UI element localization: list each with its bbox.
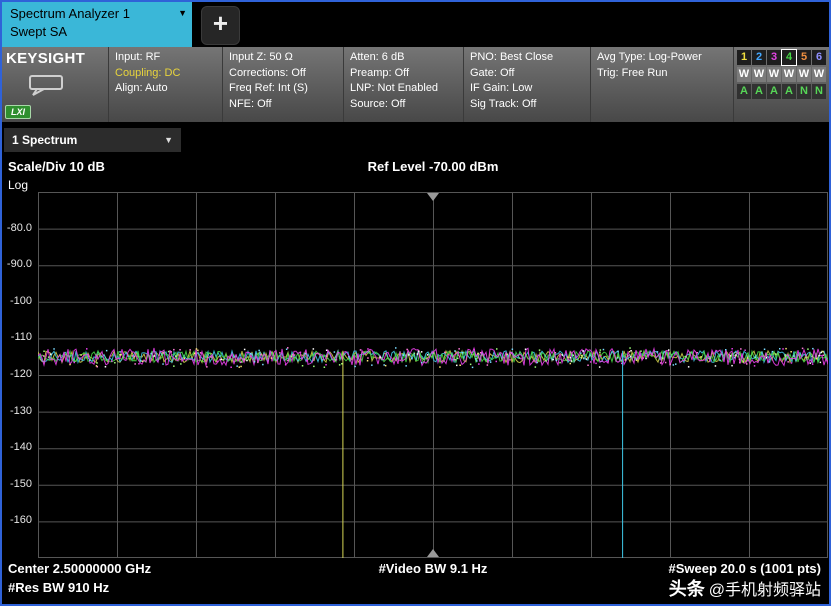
y-axis-label: -120 — [10, 368, 32, 380]
y-axis-label: -100 — [10, 295, 32, 307]
trace-numbers-row: 123456 — [737, 50, 826, 65]
trace-cell[interactable]: A — [767, 84, 781, 99]
watermark-user: @手机射频驿站 — [709, 582, 821, 599]
trace-cell[interactable]: A — [782, 84, 796, 99]
header-info-line: Gate: Off — [470, 66, 584, 82]
header-info-line: Align: Auto — [115, 81, 216, 97]
header-info-line: IF Gain: Low — [470, 81, 584, 97]
spectrum-plot[interactable] — [38, 192, 828, 558]
header-info-line: Trig: Free Run — [597, 66, 727, 82]
header-info-line: Preamp: Off — [350, 66, 457, 82]
lxi-badge: LXI — [5, 105, 31, 119]
trace-cell[interactable]: W — [797, 67, 811, 82]
header-info-column[interactable]: Avg Type: Log-PowerTrig: Free Run — [590, 47, 733, 122]
y-axis-labels: -80.0 -90.0 -100 -110 -120 -130 -140 -150 -160 — [2, 192, 35, 558]
header-info-column[interactable]: Atten: 6 dBPreamp: OffLNP: Not EnabledSo… — [343, 47, 463, 122]
tab-bar: Spectrum Analyzer 1 Swept SA ▼ + — [2, 2, 829, 47]
graticule-area[interactable] — [38, 192, 828, 558]
trace-types-row: WWWWWW — [737, 67, 826, 82]
header-info-column[interactable]: Input Z: 50 ΩCorrections: OffFreq Ref: I… — [222, 47, 343, 122]
trace-cell[interactable]: A — [737, 84, 751, 99]
add-tab-button[interactable]: + — [201, 6, 240, 45]
res-bw-annotation[interactable]: #Res BW 910 Hz — [8, 580, 109, 595]
header-info-line: Input Z: 50 Ω — [229, 50, 337, 66]
watermark-brand: 头条 — [669, 579, 705, 599]
brand-column: KEYSIGHT LXI — [2, 47, 108, 122]
header-info-line: Avg Type: Log-Power — [597, 50, 727, 66]
header-info-line: Sig Track: Off — [470, 97, 584, 113]
trace-cell[interactable]: W — [737, 67, 751, 82]
trace-cell[interactable]: W — [752, 67, 766, 82]
tab-spectrum-analyzer-1[interactable]: Spectrum Analyzer 1 Swept SA ▼ — [2, 2, 192, 47]
y-axis-label: -130 — [10, 405, 32, 417]
header-info-line: PNO: Best Close — [470, 50, 584, 66]
chevron-down-icon: ▼ — [164, 128, 173, 152]
trace-cell[interactable]: W — [812, 67, 826, 82]
tab-title: Spectrum Analyzer 1 — [10, 5, 174, 23]
y-axis-label: -160 — [10, 514, 32, 526]
header-info-line: NFE: Off — [229, 97, 337, 113]
header-info-line: Coupling: DC — [115, 66, 216, 82]
trace-cell[interactable]: N — [797, 84, 811, 99]
trace-cell[interactable]: A — [752, 84, 766, 99]
tab-subtitle: Swept SA — [10, 23, 174, 41]
y-axis-label: -80.0 — [7, 222, 32, 234]
measurement-header: KEYSIGHT LXI Input: RFCoupling: DCAlign:… — [2, 47, 829, 122]
header-info-line: Corrections: Off — [229, 66, 337, 82]
trace-cell[interactable]: 3 — [767, 50, 781, 65]
spectrum-view-selector[interactable]: 1 Spectrum ▼ — [4, 128, 181, 152]
header-info-line: Freq Ref: Int (S) — [229, 81, 337, 97]
y-axis-label: -150 — [10, 478, 32, 490]
trace-cell[interactable]: W — [767, 67, 781, 82]
header-info-line: Atten: 6 dB — [350, 50, 457, 66]
sweep-time-annotation[interactable]: #Sweep 20.0 s (1001 pts) — [669, 561, 821, 576]
spectrum-analyzer-window: Spectrum Analyzer 1 Swept SA ▼ + KEYSIGH… — [0, 0, 831, 606]
header-info-line: LNP: Not Enabled — [350, 81, 457, 97]
header-info-columns: Input: RFCoupling: DCAlign: AutoInput Z:… — [108, 47, 733, 122]
header-info-column[interactable]: Input: RFCoupling: DCAlign: Auto — [108, 47, 222, 122]
trace-cell[interactable]: 1 — [737, 50, 751, 65]
trace-cell[interactable]: W — [782, 67, 796, 82]
watermark: 头条@手机射频驿站 — [669, 575, 821, 601]
spectrum-view-label: 1 Spectrum — [12, 133, 77, 147]
trace-cell[interactable]: 2 — [752, 50, 766, 65]
header-info-column[interactable]: PNO: Best CloseGate: OffIF Gain: LowSig … — [463, 47, 590, 122]
trace-panel: 123456WWWWWWAAAANN — [733, 47, 829, 122]
y-axis-label: -140 — [10, 441, 32, 453]
header-info-line: Source: Off — [350, 97, 457, 113]
trace-cell[interactable]: 5 — [797, 50, 811, 65]
message-bubble-icon[interactable] — [28, 74, 72, 103]
keysight-logo: KEYSIGHT — [2, 47, 108, 67]
center-frequency-annotation[interactable]: Center 2.50000000 GHz — [8, 561, 151, 576]
header-info-line: Input: RF — [115, 50, 216, 66]
trace-states-row: AAAANN — [737, 84, 826, 99]
trace-cell[interactable]: 4 — [782, 50, 796, 65]
trace-cell[interactable]: 6 — [812, 50, 826, 65]
y-axis-label: -90.0 — [7, 258, 32, 270]
trace-cell[interactable]: N — [812, 84, 826, 99]
y-axis-label: -110 — [11, 331, 32, 343]
chevron-down-icon[interactable]: ▼ — [178, 8, 187, 18]
ref-level-annotation[interactable]: Ref Level -70.00 dBm — [38, 159, 828, 174]
amplitude-scale-label: Log — [8, 178, 28, 192]
